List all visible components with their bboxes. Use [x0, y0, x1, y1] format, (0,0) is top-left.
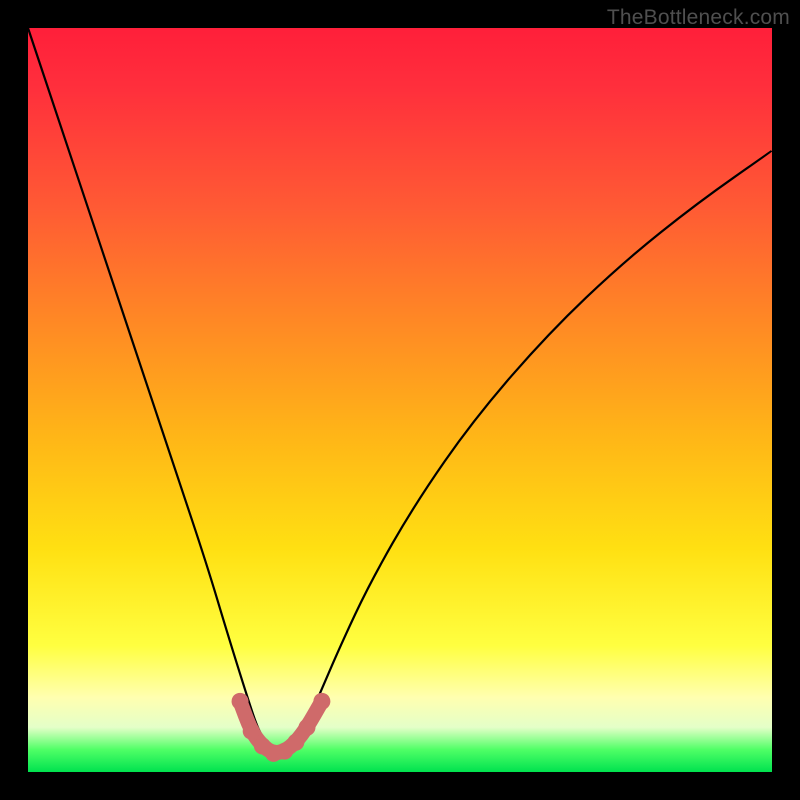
- trough-dot: [243, 723, 260, 740]
- watermark-text: TheBottleneck.com: [607, 6, 790, 30]
- trough-dot: [232, 693, 249, 710]
- bottleneck-curve: [28, 28, 772, 752]
- trough-dot: [287, 734, 304, 751]
- trough-dot: [313, 693, 330, 710]
- trough-dot: [299, 719, 316, 736]
- curve-layer: [28, 28, 772, 772]
- plot-area: [28, 28, 772, 772]
- chart-frame: TheBottleneck.com: [0, 0, 800, 800]
- trough-highlight-dots: [232, 693, 331, 762]
